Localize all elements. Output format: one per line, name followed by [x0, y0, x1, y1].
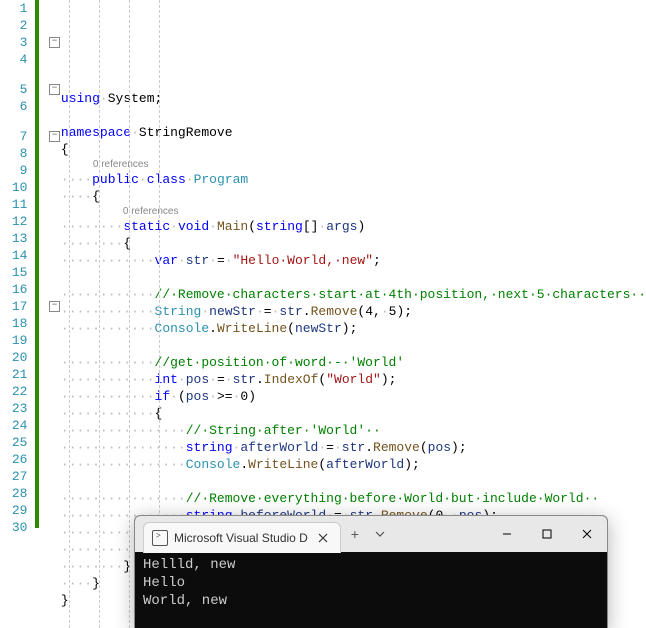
- code-line[interactable]: ············String·newStr·=·str.Remove(4…: [61, 303, 646, 320]
- code-line[interactable]: {: [61, 141, 646, 158]
- line-number[interactable]: 10: [0, 179, 27, 196]
- line-number[interactable]: 27: [0, 468, 27, 485]
- terminal-line: Hello: [143, 574, 599, 592]
- change-indicator: [35, 0, 39, 528]
- code-line[interactable]: ········static·void·Main(string[]·args): [61, 218, 646, 235]
- code-line[interactable]: ················Console.WriteLine(afterW…: [61, 456, 646, 473]
- code-line[interactable]: namespace·StringRemove: [61, 124, 646, 141]
- line-number[interactable]: 13: [0, 230, 27, 247]
- fold-toggle[interactable]: −: [49, 84, 60, 95]
- close-tab-icon[interactable]: [314, 533, 332, 543]
- line-number[interactable]: 25: [0, 434, 27, 451]
- line-number[interactable]: 9: [0, 162, 27, 179]
- close-button[interactable]: [567, 516, 607, 552]
- terminal-window: Microsoft Visual Studio D + Hellld, newH…: [134, 515, 608, 628]
- line-number[interactable]: 15: [0, 264, 27, 281]
- code-line[interactable]: ············//·Remove·characters·start·a…: [61, 286, 646, 303]
- line-number[interactable]: 22: [0, 383, 27, 400]
- change-margin: [33, 0, 48, 628]
- fold-toggle[interactable]: −: [49, 301, 60, 312]
- terminal-output[interactable]: Hellld, newHelloWorld, new: [135, 552, 607, 614]
- line-number[interactable]: 18: [0, 315, 27, 332]
- code-line[interactable]: ············{: [61, 405, 646, 422]
- line-number[interactable]: 1: [0, 0, 27, 17]
- code-line[interactable]: ············if·(pos·>=·0): [61, 388, 646, 405]
- line-number[interactable]: 23: [0, 400, 27, 417]
- code-line[interactable]: ················//·Remove·everything·bef…: [61, 490, 646, 507]
- line-number[interactable]: 2: [0, 17, 27, 34]
- fold-toggle[interactable]: −: [49, 131, 60, 142]
- code-line[interactable]: ····{: [61, 188, 646, 205]
- new-tab-button[interactable]: +: [341, 526, 369, 542]
- line-number[interactable]: 21: [0, 366, 27, 383]
- minimize-button[interactable]: [487, 516, 527, 552]
- code-line[interactable]: ············int·pos·=·str.IndexOf("World…: [61, 371, 646, 388]
- code-line[interactable]: ········{: [61, 235, 646, 252]
- code-line[interactable]: ············var·str·=·"Hello·World,·new"…: [61, 252, 646, 269]
- code-line[interactable]: ················string·afterWorld·=·str.…: [61, 439, 646, 456]
- fold-toggle[interactable]: −: [49, 37, 60, 48]
- line-number[interactable]: 20: [0, 349, 27, 366]
- line-number[interactable]: 26: [0, 451, 27, 468]
- line-number[interactable]: 5: [0, 81, 27, 98]
- terminal-line: Hellld, new: [143, 556, 599, 574]
- line-number[interactable]: 8: [0, 145, 27, 162]
- line-number[interactable]: 16: [0, 281, 27, 298]
- codelens-references[interactable]: 0 references: [61, 205, 646, 218]
- line-number[interactable]: 19: [0, 332, 27, 349]
- line-number[interactable]: 7: [0, 128, 27, 145]
- code-line[interactable]: ············//get·position·of·word·-·'Wo…: [61, 354, 646, 371]
- line-number[interactable]: 28: [0, 485, 27, 502]
- terminal-tab[interactable]: Microsoft Visual Studio D: [143, 522, 341, 553]
- line-number[interactable]: 30: [0, 519, 27, 536]
- terminal-titlebar[interactable]: Microsoft Visual Studio D +: [135, 516, 607, 552]
- code-line[interactable]: [61, 107, 646, 124]
- code-line[interactable]: ····public·class·Program: [61, 171, 646, 188]
- line-number[interactable]: 14: [0, 247, 27, 264]
- line-number[interactable]: 17: [0, 298, 27, 315]
- code-line[interactable]: [61, 337, 646, 354]
- maximize-button[interactable]: [527, 516, 567, 552]
- line-number[interactable]: 3: [0, 34, 27, 51]
- code-line[interactable]: using·System;: [61, 90, 646, 107]
- line-number[interactable]: 4: [0, 51, 27, 68]
- code-line[interactable]: [61, 473, 646, 490]
- line-number[interactable]: 6: [0, 98, 27, 115]
- terminal-tab-title: Microsoft Visual Studio D: [174, 531, 308, 545]
- codelens-references[interactable]: 0 references: [61, 158, 646, 171]
- line-number[interactable]: 24: [0, 417, 27, 434]
- tab-dropdown-icon[interactable]: [369, 529, 391, 539]
- line-number[interactable]: 12: [0, 213, 27, 230]
- code-line[interactable]: ················//·String·after·'World'·…: [61, 422, 646, 439]
- code-line[interactable]: ············Console.WriteLine(newStr);: [61, 320, 646, 337]
- code-line[interactable]: [61, 269, 646, 286]
- line-number[interactable]: 29: [0, 502, 27, 519]
- terminal-line: World, new: [143, 592, 599, 610]
- line-number[interactable]: 11: [0, 196, 27, 213]
- terminal-icon: [152, 530, 168, 546]
- code-editor: 1234567891011121314151617181920212223242…: [0, 0, 646, 628]
- line-number-gutter: 1234567891011121314151617181920212223242…: [0, 0, 33, 628]
- fold-column: − − − −: [48, 0, 61, 628]
